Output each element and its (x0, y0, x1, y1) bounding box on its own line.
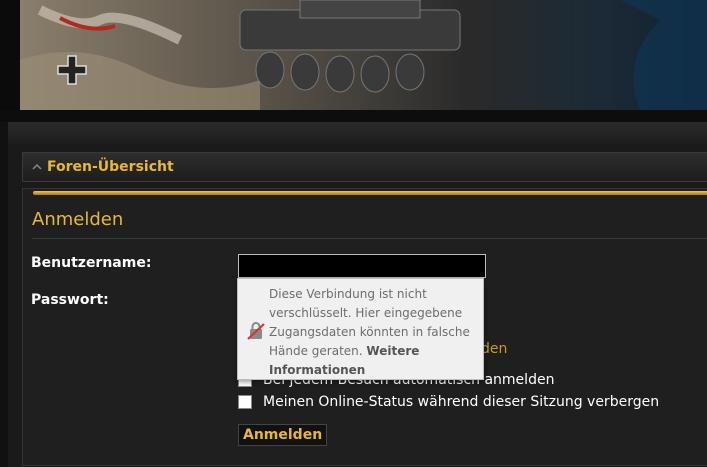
banner-image (20, 0, 707, 110)
login-button[interactable]: Anmelden (238, 424, 328, 446)
forum-banner (0, 0, 707, 110)
insecure-connection-tooltip: Diese Verbindung ist nicht verschlüsselt… (237, 278, 484, 380)
username-field[interactable] (238, 254, 486, 278)
frame-header-bar (8, 123, 707, 145)
panel-title: Anmelden (32, 209, 124, 230)
arrow-up-icon (32, 163, 42, 170)
hide-status-label: Meinen Online-Status während dieser Sitz… (263, 394, 660, 410)
tooltip-text: Diese Verbindung ist nicht verschlüsselt… (269, 285, 477, 380)
banner-spacer (0, 110, 707, 122)
username-label: Benutzername: (31, 255, 152, 271)
insecure-lock-icon (247, 322, 265, 340)
forgot-password-link[interactable]: den (481, 341, 507, 357)
divider (32, 238, 707, 239)
breadcrumb: Foren-Übersicht (22, 152, 707, 182)
hide-status-checkbox[interactable] (238, 395, 252, 409)
breadcrumb-link[interactable]: Foren-Übersicht (47, 159, 174, 175)
panel-accent-line (33, 191, 707, 195)
password-label: Passwort: (31, 292, 109, 308)
